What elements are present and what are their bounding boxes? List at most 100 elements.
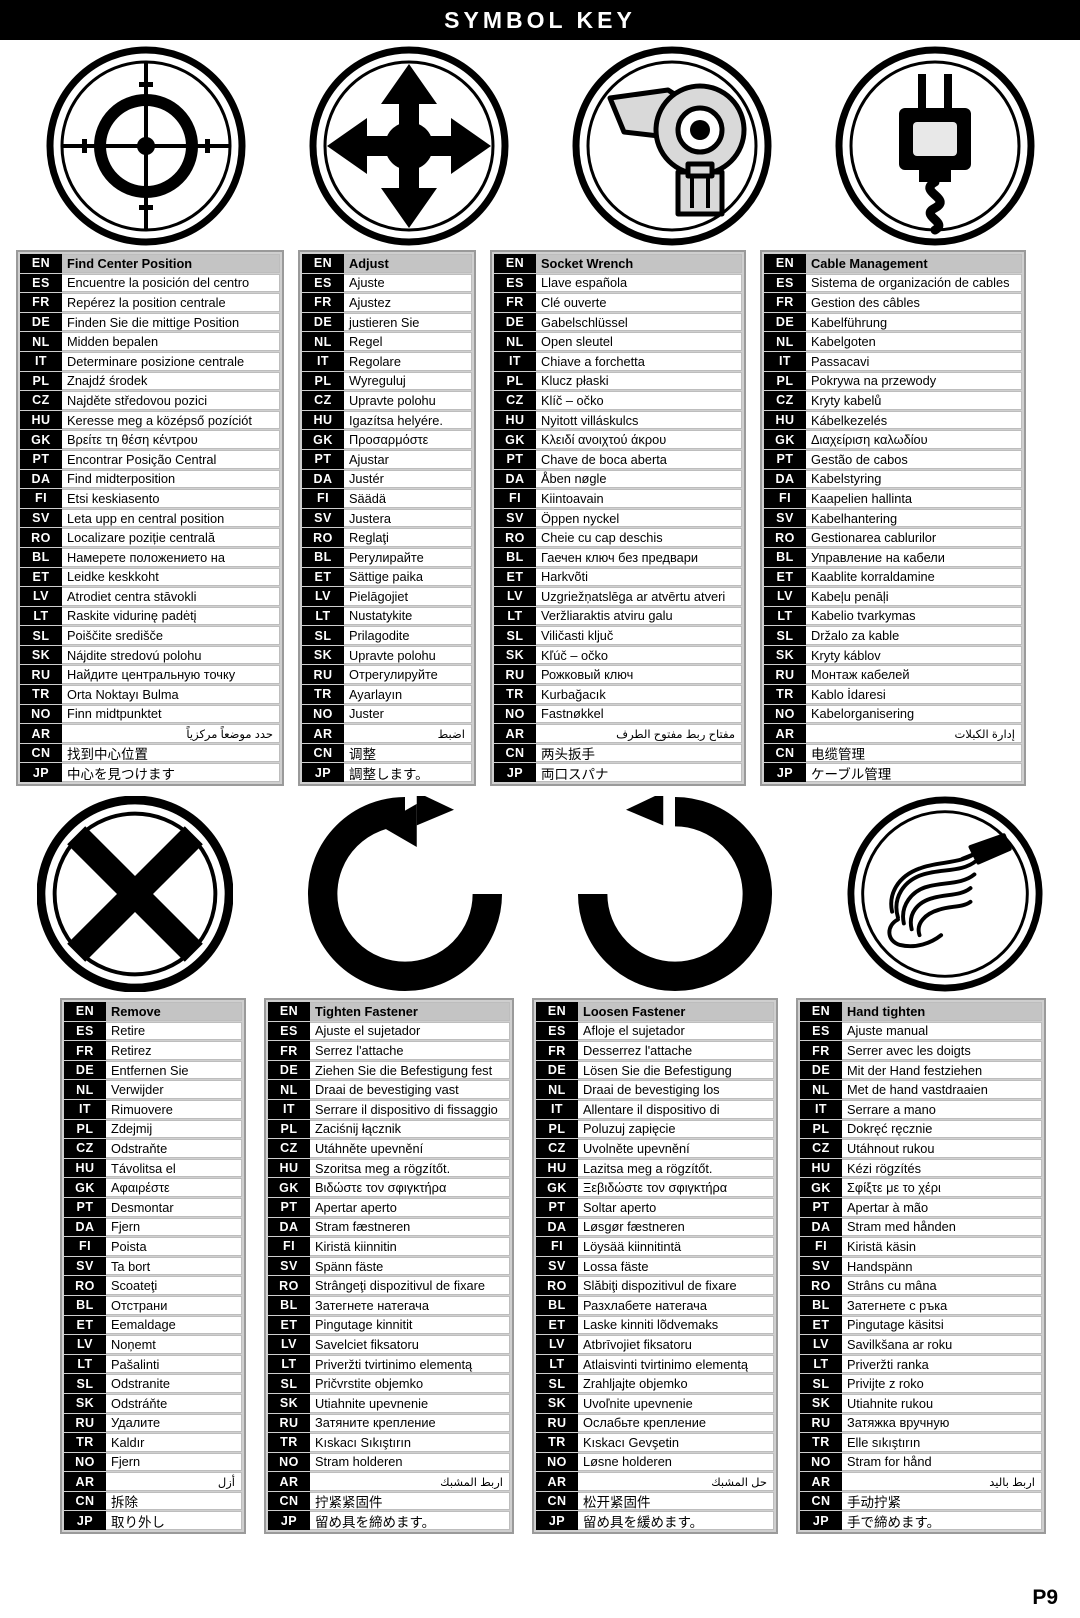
- table-row: FI Etsi keskiasento: [20, 489, 280, 508]
- table-row: JP 調整します。: [302, 763, 472, 783]
- language-code-gk: GK: [302, 430, 344, 449]
- translation-text: Savelciet fiksatoru: [310, 1335, 510, 1354]
- language-code-cn: CN: [64, 1491, 106, 1511]
- language-code-sk: SK: [302, 645, 344, 665]
- translation-text: Justera: [344, 508, 472, 528]
- table-row: SV Handspänn: [800, 1256, 1042, 1276]
- translation-text: Отрегулируйте: [344, 665, 472, 685]
- translation-text: Chiave a forchetta: [536, 351, 742, 371]
- table-remove: EN Remove ES Retire FR Retirez DE Entfernen Sie…: [60, 998, 246, 1535]
- page-title: SYMBOL KEY: [444, 6, 636, 33]
- language-code-de: DE: [764, 312, 806, 332]
- language-code-hu: HU: [268, 1158, 310, 1178]
- table-row: LV Pielāgojiet: [302, 587, 472, 606]
- translation-text: Spänn fäste: [310, 1256, 510, 1276]
- table-row: FI Kiristä kiinnitin: [268, 1237, 510, 1256]
- table-row: LV Noņemt: [64, 1335, 242, 1354]
- translation-text: Finn midtpunktet: [62, 704, 280, 724]
- remove-symbol: [0, 796, 270, 993]
- language-code-sk: SK: [268, 1393, 310, 1413]
- language-code-es: ES: [494, 273, 536, 293]
- translation-text: Kablo İdaresi: [806, 685, 1022, 704]
- language-code-cz: CZ: [20, 391, 62, 410]
- language-code-tr: TR: [20, 685, 62, 704]
- translation-text: Clé ouverte: [536, 293, 742, 312]
- four-way-arrows-icon: [309, 46, 508, 246]
- table-row: ES Ajuste: [302, 273, 472, 293]
- table-row: EN Hand tighten: [800, 1002, 1042, 1021]
- language-code-no: NO: [800, 1452, 842, 1472]
- language-code-nl: NL: [536, 1080, 578, 1099]
- table-row: PL Dokręć ręcznie: [800, 1119, 1042, 1139]
- language-code-es: ES: [302, 273, 344, 293]
- language-code-lv: LV: [800, 1335, 842, 1354]
- table-socket-wrench: EN Socket Wrench ES Llave española FR Clé ouv…: [490, 250, 746, 787]
- language-code-sv: SV: [800, 1256, 842, 1276]
- language-code-da: DA: [536, 1217, 578, 1237]
- language-code-lt: LT: [764, 606, 806, 626]
- language-code-jp: JP: [800, 1511, 842, 1531]
- table-row: SL Poiščite središče: [20, 626, 280, 645]
- translation-text: Gestão de cabos: [806, 449, 1022, 469]
- translation-text: Veržliaraktis atviru galu: [536, 606, 742, 626]
- table-row: DE Lösen Sie die Befestigung: [536, 1060, 774, 1080]
- language-code-cz: CZ: [494, 391, 536, 410]
- table-row: AR حل المشبك: [536, 1472, 774, 1491]
- translation-text: Priveržti tvirtinimo elementą: [310, 1354, 510, 1374]
- translation-text: Cable Management: [806, 254, 1022, 273]
- language-code-fi: FI: [302, 489, 344, 508]
- translation-text: Ajuste manual: [842, 1021, 1042, 1041]
- table-row: SL Prilagodite: [302, 626, 472, 645]
- table-row: SK Uvoľnite upevnenie: [536, 1393, 774, 1413]
- translation-text: أزل: [106, 1472, 242, 1491]
- language-code-fr: FR: [302, 293, 344, 312]
- table-row: FI Säädä: [302, 489, 472, 508]
- table-row: GK Διαχείριση καλωδίου: [764, 430, 1022, 449]
- table-row: AR اضبط: [302, 724, 472, 743]
- table-row: FI Kiristä käsin: [800, 1237, 1042, 1256]
- x-cross-icon: [37, 796, 233, 993]
- language-code-lt: LT: [268, 1354, 310, 1374]
- language-code-fr: FR: [64, 1041, 106, 1060]
- language-code-sv: SV: [64, 1256, 106, 1276]
- table-row: FR Gestion des câbles: [764, 293, 1022, 312]
- table-row: ES Afloje el sujetador: [536, 1021, 774, 1041]
- language-code-sv: SV: [494, 508, 536, 528]
- language-code-et: ET: [302, 567, 344, 587]
- translation-text: Pingutage käsitsi: [842, 1315, 1042, 1335]
- table-row: SK Utiahnite rukou: [800, 1393, 1042, 1413]
- language-code-fr: FR: [494, 293, 536, 312]
- translation-text: Etsi keskiasento: [62, 489, 280, 508]
- power-plug-icon: [835, 46, 1034, 246]
- language-code-cn: CN: [764, 743, 806, 763]
- translation-text: Midden bepalen: [62, 332, 280, 351]
- translation-text: 调整: [344, 743, 472, 763]
- table-row: BL Намерете положението на: [20, 547, 280, 567]
- translation-text: Finden Sie die mittige Position: [62, 312, 280, 332]
- translation-text: Затяжка вручную: [842, 1413, 1042, 1433]
- table-row: NO Løsne holderen: [536, 1452, 774, 1472]
- table-row: HU Lazitsa meg a rögzítőt.: [536, 1158, 774, 1178]
- translation-text: Handspänn: [842, 1256, 1042, 1276]
- table-row: PT Apertar à mão: [800, 1197, 1042, 1217]
- language-code-lv: LV: [764, 587, 806, 606]
- translation-text: Open sleutel: [536, 332, 742, 351]
- translation-text: Gabelschlüssel: [536, 312, 742, 332]
- translation-text: Apertar à mão: [842, 1197, 1042, 1217]
- translation-text: Poluzuj zapięcie: [578, 1119, 774, 1139]
- table-row: CN 找到中心位置: [20, 743, 280, 763]
- language-code-sv: SV: [536, 1256, 578, 1276]
- translation-text: Noņemt: [106, 1335, 242, 1354]
- language-code-fi: FI: [800, 1237, 842, 1256]
- language-code-bl: BL: [20, 547, 62, 567]
- language-code-ar: AR: [800, 1472, 842, 1491]
- table-row: BL Затегнете с ръка: [800, 1295, 1042, 1315]
- translation-text: Kaapelien hallinta: [806, 489, 1022, 508]
- language-code-pl: PL: [536, 1119, 578, 1139]
- translation-text: Найдите центральную точку: [62, 665, 280, 685]
- table-row: ET Sättige paika: [302, 567, 472, 587]
- language-code-ro: RO: [536, 1276, 578, 1295]
- table-row: RU Ослабьте крепление: [536, 1413, 774, 1433]
- translation-text: Управление на кабели: [806, 547, 1022, 567]
- table-row: SV Öppen nyckel: [494, 508, 742, 528]
